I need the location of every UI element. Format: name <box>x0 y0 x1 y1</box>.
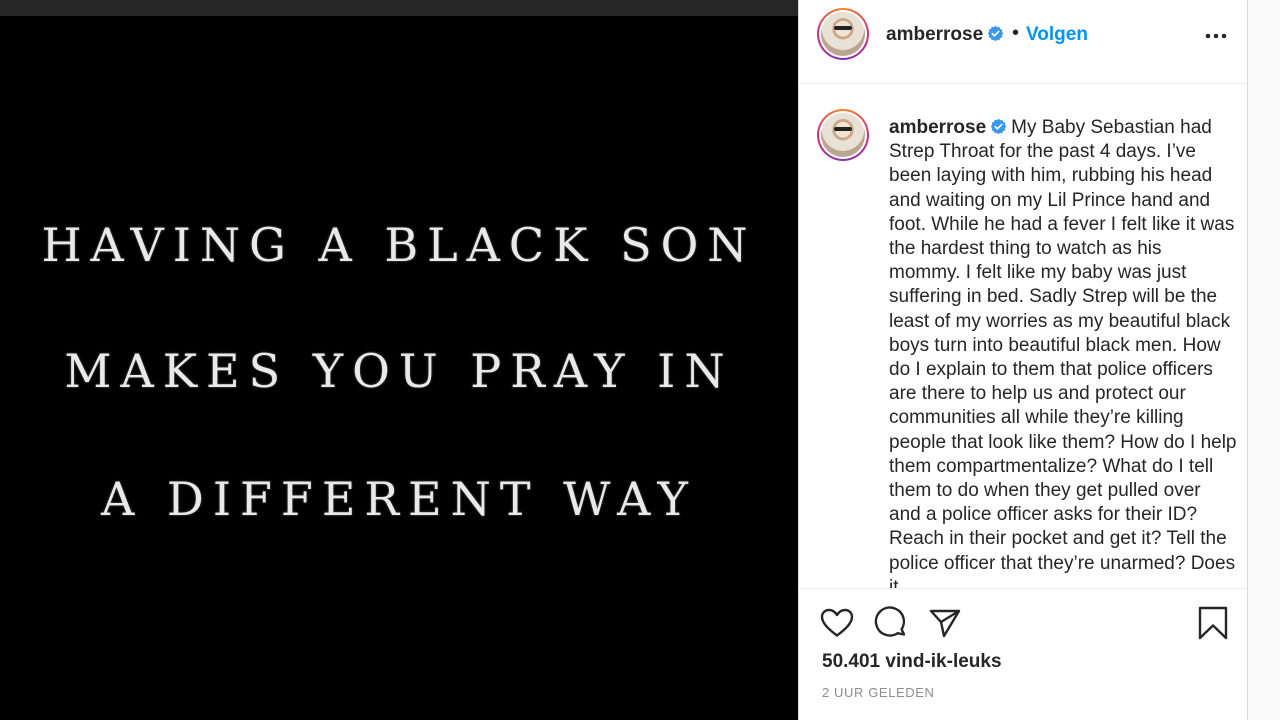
post-image[interactable]: HAVING A BLACK SON MAKES YOU PRAY IN A D… <box>0 16 798 720</box>
verified-badge-icon <box>987 25 1004 42</box>
post-image-text-line-1: HAVING A BLACK SON <box>41 218 757 272</box>
heart-icon[interactable] <box>819 605 855 641</box>
paper-plane-icon[interactable] <box>927 605 963 641</box>
caption-text: My Baby Sebastian had Strep Throat for t… <box>889 117 1237 588</box>
separator-dot: • <box>1012 22 1020 44</box>
caption: amberrose My Baby Sebastian had Strep Thr… <box>889 116 1237 588</box>
author-avatar[interactable] <box>817 8 869 60</box>
post-image-text-line-2: MAKES YOU PRAY IN <box>64 344 734 398</box>
right-gutter <box>1248 0 1280 720</box>
caption-username[interactable]: amberrose <box>889 117 986 138</box>
verified-badge-icon <box>990 118 1007 135</box>
bookmark-icon[interactable] <box>1195 605 1231 641</box>
post-header: amberrose • Volgen <box>799 0 1247 84</box>
author-username: amberrose <box>886 24 984 45</box>
caption-author-avatar[interactable] <box>817 109 869 161</box>
follow-button[interactable]: Volgen <box>1026 24 1088 46</box>
top-bar <box>0 0 798 16</box>
likes-count[interactable]: 50.401 vind-ik-leuks <box>822 651 1002 673</box>
post-side-panel: amberrose • Volgen amberrose My Baby Seba… <box>798 0 1248 720</box>
post-image-text-line-3: A DIFFERENT WAY <box>101 472 697 526</box>
post-actions: 50.401 vind-ik-leuks 2 UUR GELEDEN <box>799 588 1247 720</box>
post-timestamp[interactable]: 2 UUR GELEDEN <box>822 685 935 700</box>
comment-icon[interactable] <box>873 605 909 641</box>
more-horizontal-icon[interactable] <box>1201 26 1231 46</box>
author-username-link[interactable]: amberrose <box>886 24 1004 46</box>
caption-scroll-area[interactable]: amberrose My Baby Sebastian had Strep Thr… <box>799 85 1247 588</box>
